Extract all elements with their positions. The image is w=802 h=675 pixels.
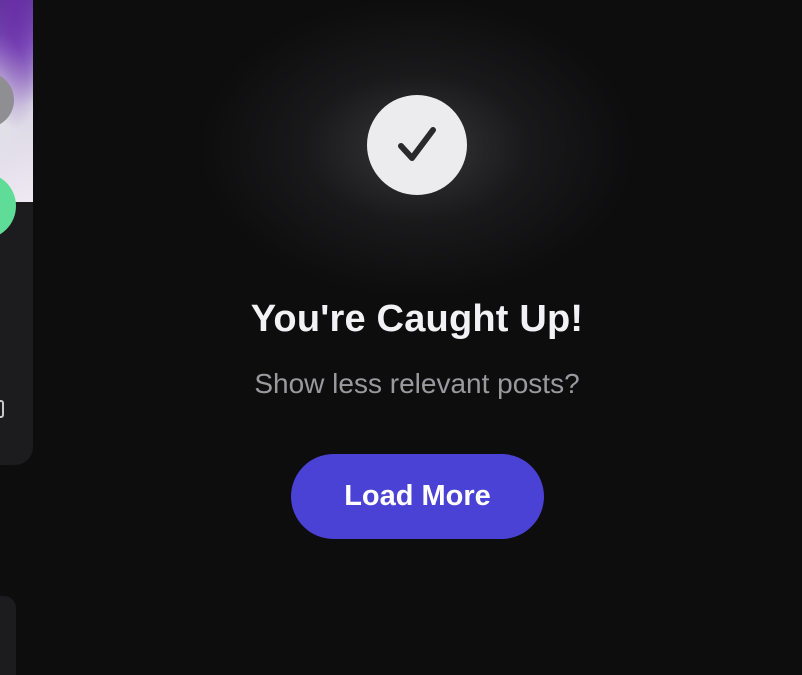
caught-up-subtitle: Show less relevant posts?	[254, 368, 580, 399]
checkmark-badge	[367, 95, 467, 195]
checkmark-icon	[398, 127, 436, 161]
next-post-card[interactable]	[0, 596, 16, 675]
caught-up-title: You're Caught Up!	[250, 298, 584, 340]
load-more-button[interactable]: Load More	[291, 454, 544, 539]
copy-icon[interactable]	[0, 400, 4, 418]
feed-page: You're Caught Up! Show less relevant pos…	[0, 0, 802, 675]
